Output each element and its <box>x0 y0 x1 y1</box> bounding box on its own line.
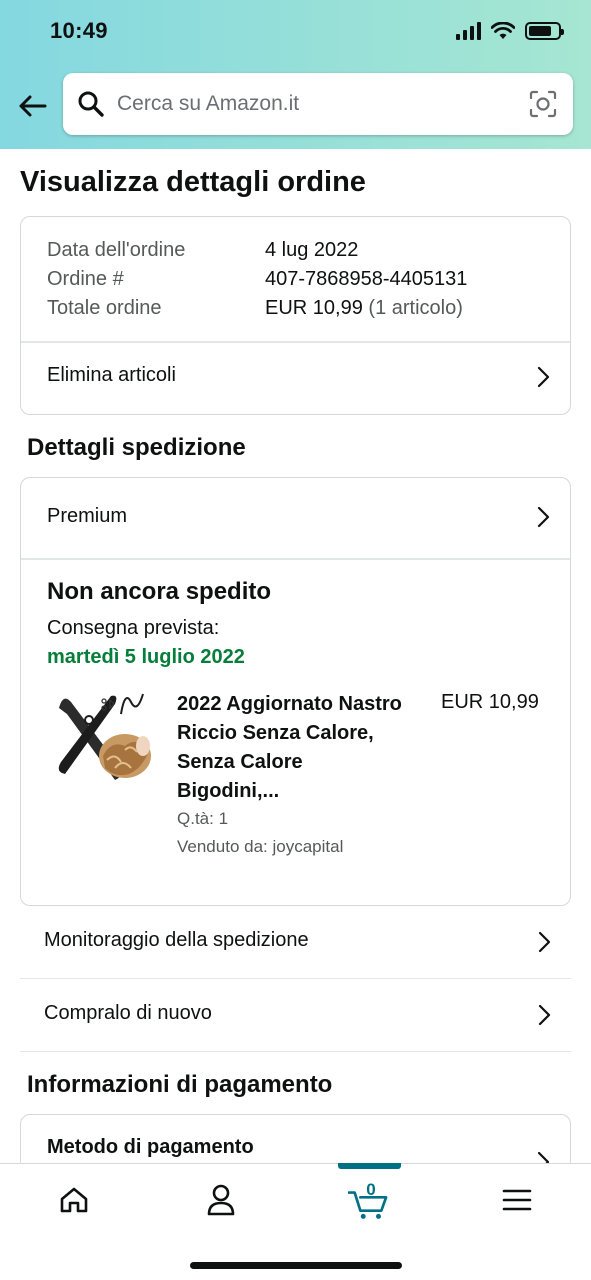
status-time: 10:49 <box>50 18 108 43</box>
nav-home[interactable] <box>54 1180 94 1220</box>
cart-count: 0 <box>366 1180 376 1199</box>
buy-again-label: Compralo di nuovo <box>44 1002 212 1024</box>
product-title[interactable]: 2022 Aggiornato Nastro Riccio Senza Calo… <box>177 690 407 806</box>
search-input[interactable]: Cerca su Amazon.it <box>117 92 299 116</box>
chevron-right-icon <box>537 506 550 528</box>
shipment-card: Premium Non ancora spedito Consegna prev… <box>20 477 571 906</box>
delivery-date: martedì 5 luglio 2022 <box>47 646 245 668</box>
search-bar[interactable]: Cerca su Amazon.it <box>63 73 573 135</box>
track-shipment-row[interactable]: Monitoraggio della spedizione <box>20 906 571 979</box>
home-indicator <box>190 1262 402 1269</box>
delete-items-label: Elimina articoli <box>47 364 176 386</box>
shipment-status: Non ancora spedito <box>47 578 272 605</box>
page-title: Visualizza dettagli ordine <box>20 166 366 198</box>
order-total-label: Totale ordine <box>47 297 162 319</box>
product-seller: Venduto da: joycapital <box>177 837 344 856</box>
camera-scan-icon[interactable] <box>529 90 557 118</box>
back-button[interactable] <box>14 88 50 124</box>
order-number-label: Ordine # <box>47 268 124 290</box>
order-total-value: EUR 10,99 (1 articolo) <box>265 297 463 320</box>
nav-menu[interactable] <box>497 1180 537 1220</box>
order-number-value: 407-7868958-4405131 <box>265 268 468 290</box>
search-icon <box>78 91 104 117</box>
payment-section-title: Informazioni di pagamento <box>27 1071 333 1098</box>
buy-again-row[interactable]: Compralo di nuovo <box>20 979 571 1052</box>
payment-method-label: Metodo di pagamento <box>47 1136 254 1158</box>
order-date-label: Data dell'ordine <box>47 239 186 261</box>
battery-icon <box>525 22 564 40</box>
menu-icon <box>502 1189 532 1211</box>
account-icon <box>207 1184 235 1216</box>
order-total-amount: EUR 10,99 <box>265 297 363 319</box>
chevron-right-icon <box>538 931 551 953</box>
shipping-speed-row[interactable]: Premium <box>21 478 570 558</box>
track-shipment-label: Monitoraggio della spedizione <box>44 929 309 951</box>
shipping-speed-label: Premium <box>47 505 128 527</box>
app-header: 10:49 Cerca su Amazon.it <box>0 0 591 149</box>
order-summary-card: Data dell'ordine 4 lug 2022 Ordine # 407… <box>20 216 571 415</box>
nav-account[interactable] <box>201 1180 241 1220</box>
chevron-right-icon <box>537 366 550 388</box>
product-image[interactable] <box>45 688 153 788</box>
order-date-value: 4 lug 2022 <box>265 239 359 261</box>
chevron-right-icon <box>538 1004 551 1026</box>
home-icon <box>60 1187 88 1213</box>
delete-items-row[interactable]: Elimina articoli <box>21 342 570 414</box>
bottom-nav: 0 <box>0 1163 591 1280</box>
divider <box>21 558 570 560</box>
active-tab-indicator <box>338 1163 401 1169</box>
arrow-left-icon <box>19 95 47 117</box>
wifi-icon <box>491 22 515 39</box>
cellular-signal-icon <box>456 22 481 40</box>
product-price: EUR 10,99 <box>441 691 539 713</box>
order-item-count: (1 articolo) <box>368 297 463 319</box>
delivery-label: Consegna prevista: <box>47 617 220 639</box>
shipping-section-title: Dettagli spedizione <box>27 434 246 461</box>
product-quantity: Q.tà: 1 <box>177 809 229 828</box>
status-icons <box>456 22 564 40</box>
